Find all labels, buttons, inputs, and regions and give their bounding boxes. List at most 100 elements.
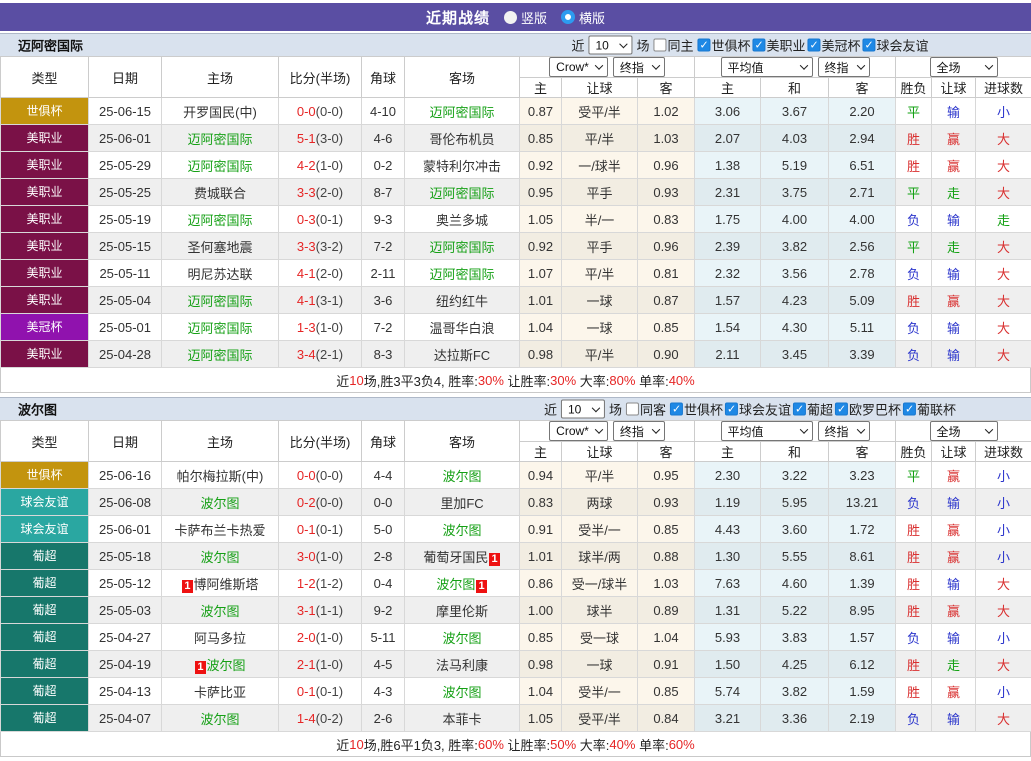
- away-team[interactable]: 摩里伦斯: [436, 604, 488, 619]
- league-checkbox[interactable]: [793, 403, 806, 416]
- layout-horizontal-option[interactable]: 横版: [561, 8, 605, 27]
- league-filter[interactable]: 世俱杯: [670, 400, 723, 419]
- fulltime-score: 4-2: [297, 158, 316, 173]
- away-team[interactable]: 奥兰多城: [436, 213, 488, 228]
- home-team[interactable]: 帕尔梅拉斯(中): [177, 469, 264, 484]
- home-team[interactable]: 迈阿密国际: [187, 213, 252, 228]
- away-team[interactable]: 达拉斯FC: [434, 348, 490, 363]
- league-checkbox[interactable]: [753, 39, 766, 52]
- home-team[interactable]: 卡萨布兰卡热爱: [174, 523, 265, 538]
- away-team[interactable]: 波尔图: [442, 469, 481, 484]
- competition-cell: 葡超: [1, 597, 89, 624]
- league-checkbox[interactable]: [725, 403, 738, 416]
- odds-company-select[interactable]: Crow*: [549, 57, 608, 77]
- avg-draw-odds: 3.82: [761, 233, 829, 260]
- match-count-select[interactable]: 10: [561, 400, 605, 419]
- result-goals: 大: [976, 287, 1031, 314]
- home-team[interactable]: 波尔图: [200, 712, 239, 727]
- average-odds-select[interactable]: 平均值: [721, 421, 813, 441]
- home-team-cell: 波尔图: [162, 705, 279, 732]
- home-team[interactable]: 开罗国民(中): [183, 105, 257, 120]
- league-checkbox[interactable]: [808, 39, 821, 52]
- home-team[interactable]: 迈阿密国际: [187, 348, 252, 363]
- away-team[interactable]: 波尔图: [442, 631, 481, 646]
- away-team[interactable]: 葡萄牙国民: [423, 550, 488, 565]
- section-gap: [0, 757, 1031, 761]
- final-odds-select-2[interactable]: 终指: [818, 421, 870, 441]
- away-team[interactable]: 本菲卡: [442, 712, 481, 727]
- final-odds-select-2[interactable]: 终指: [818, 57, 870, 77]
- match-count-select[interactable]: 10: [588, 36, 632, 55]
- home-team[interactable]: 迈阿密国际: [187, 321, 252, 336]
- away-team[interactable]: 哥伦布机员: [429, 132, 494, 147]
- away-team[interactable]: 波尔图: [442, 523, 481, 538]
- home-team[interactable]: 波尔图: [207, 658, 246, 673]
- league-filter[interactable]: 球会友谊: [863, 36, 929, 55]
- team-results-section: 迈阿密国际 近 10 场 同主 世俱杯 美职业 美冠杯 球会友谊: [0, 33, 1031, 397]
- subcol-winloss: 胜负: [896, 78, 932, 98]
- avg-draw-odds: 3.36: [761, 705, 829, 732]
- home-team[interactable]: 博阿维斯塔: [194, 577, 259, 592]
- layout-vertical-option[interactable]: 竖版: [504, 8, 547, 27]
- radio-unchecked-icon[interactable]: [504, 11, 517, 24]
- away-team[interactable]: 温哥华白浪: [429, 321, 494, 336]
- away-team-cell: 哥伦布机员: [405, 125, 520, 152]
- home-team[interactable]: 迈阿密国际: [187, 159, 252, 174]
- avg-away-odds: 3.23: [829, 462, 896, 489]
- final-odds-select-1[interactable]: 终指: [613, 57, 665, 77]
- league-checkbox[interactable]: [863, 39, 876, 52]
- home-team[interactable]: 阿马多拉: [194, 631, 246, 646]
- result-handicap: 赢: [932, 125, 976, 152]
- league-filters: 世俱杯 球会友谊 葡超 欧罗巴杯 葡联杯: [670, 400, 956, 419]
- crow-home-odds: 1.05: [520, 206, 562, 233]
- league-label: 欧罗巴杯: [849, 400, 901, 419]
- same-venue-filter[interactable]: 同客: [626, 400, 666, 419]
- away-team[interactable]: 纽约红牛: [436, 294, 488, 309]
- competition-badge: 世俱杯: [1, 462, 88, 488]
- league-filter[interactable]: 葡超: [793, 400, 833, 419]
- radio-checked-icon[interactable]: [561, 10, 575, 24]
- home-team[interactable]: 波尔图: [200, 550, 239, 565]
- competition-badge: 美职业: [1, 341, 88, 367]
- league-filter[interactable]: 葡联杯: [903, 400, 956, 419]
- same-venue-checkbox[interactable]: [626, 403, 639, 416]
- league-label: 葡联杯: [917, 400, 956, 419]
- home-team[interactable]: 迈阿密国际: [187, 132, 252, 147]
- away-team[interactable]: 迈阿密国际: [429, 267, 494, 282]
- away-team[interactable]: 里加FC: [440, 496, 483, 511]
- odds-company-select[interactable]: Crow*: [549, 421, 608, 441]
- home-team[interactable]: 迈阿密国际: [187, 294, 252, 309]
- full-match-select[interactable]: 全场: [930, 421, 998, 441]
- summary-segment: 让胜率:: [504, 735, 550, 754]
- same-venue-checkbox[interactable]: [653, 39, 666, 52]
- home-team[interactable]: 费城联合: [194, 186, 246, 201]
- col-header-corner: 角球: [362, 421, 405, 462]
- away-team[interactable]: 迈阿密国际: [429, 105, 494, 120]
- subcol-crow-home: 主: [520, 78, 562, 98]
- home-team[interactable]: 卡萨比亚: [194, 685, 246, 700]
- league-checkbox[interactable]: [835, 403, 848, 416]
- home-team[interactable]: 波尔图: [200, 496, 239, 511]
- league-filter[interactable]: 美冠杯: [808, 36, 861, 55]
- home-team[interactable]: 圣何塞地震: [187, 240, 252, 255]
- league-filter[interactable]: 美职业: [753, 36, 806, 55]
- home-team[interactable]: 明尼苏达联: [187, 267, 252, 282]
- away-team[interactable]: 波尔图: [442, 685, 481, 700]
- away-team[interactable]: 蒙特利尔冲击: [423, 159, 501, 174]
- league-checkbox[interactable]: [670, 403, 683, 416]
- home-team[interactable]: 波尔图: [200, 604, 239, 619]
- away-team[interactable]: 法马利康: [436, 658, 488, 673]
- league-filter[interactable]: 世俱杯: [697, 36, 750, 55]
- result-winloss: 胜: [896, 287, 932, 314]
- same-venue-filter[interactable]: 同主: [653, 36, 693, 55]
- league-filter[interactable]: 球会友谊: [725, 400, 791, 419]
- league-checkbox[interactable]: [903, 403, 916, 416]
- away-team[interactable]: 波尔图: [436, 577, 475, 592]
- league-filter[interactable]: 欧罗巴杯: [835, 400, 901, 419]
- away-team[interactable]: 迈阿密国际: [429, 240, 494, 255]
- league-checkbox[interactable]: [697, 39, 710, 52]
- full-match-select[interactable]: 全场: [930, 57, 998, 77]
- away-team[interactable]: 迈阿密国际: [429, 186, 494, 201]
- final-odds-select-1[interactable]: 终指: [613, 421, 665, 441]
- average-odds-select[interactable]: 平均值: [721, 57, 813, 77]
